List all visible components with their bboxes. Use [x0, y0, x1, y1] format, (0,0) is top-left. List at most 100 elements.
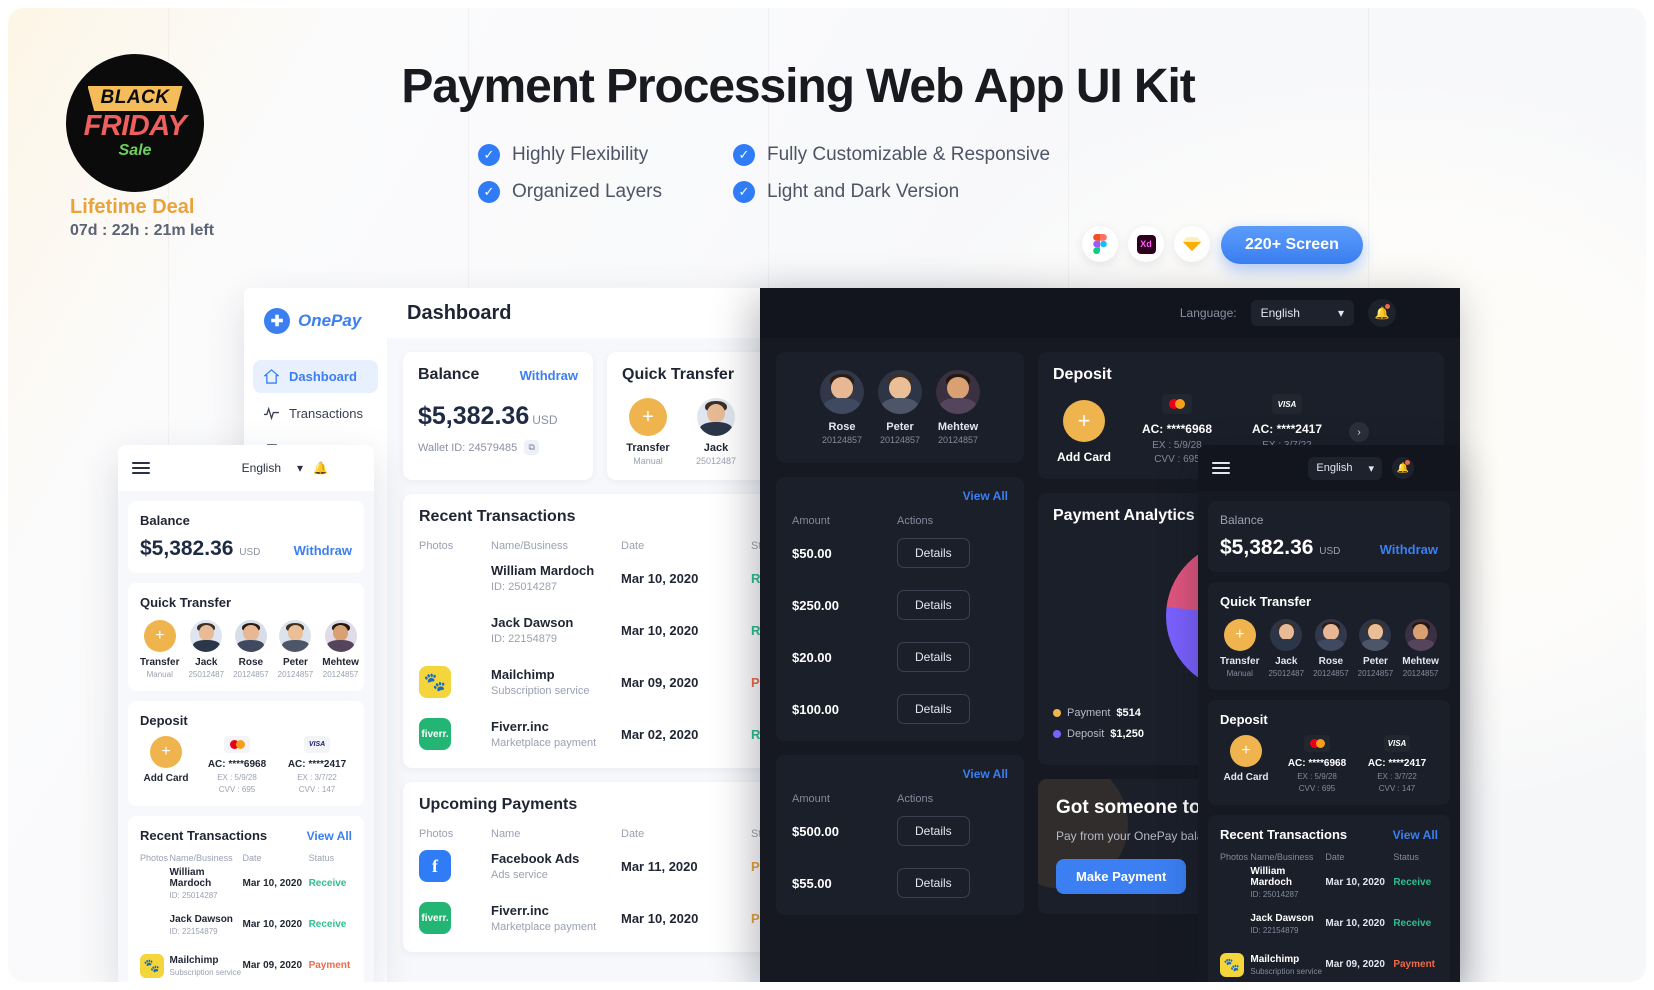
- avatar[interactable]: [1410, 299, 1438, 327]
- details-button[interactable]: Details: [897, 590, 970, 620]
- person-jack[interactable]: Jack 25012487: [1268, 619, 1304, 678]
- person-sub: 25012487: [1268, 669, 1305, 678]
- row-name: Mailchimp: [169, 954, 219, 966]
- transfer-manual-button[interactable]: + Transfer Manual: [140, 620, 179, 679]
- table-row[interactable]: Jack DawsonID: 22154879 Mar 10, 2020 Rec…: [1220, 903, 1438, 944]
- details-button[interactable]: Details: [897, 694, 970, 724]
- sidebar-item-transactions[interactable]: Transactions: [253, 397, 378, 430]
- withdraw-link[interactable]: Withdraw: [294, 543, 352, 558]
- add-card-button[interactable]: + Add Card: [140, 736, 192, 784]
- dark-upcoming-payments-card: View All Amount Actions $500.00 Details …: [776, 755, 1024, 915]
- details-button[interactable]: Details: [897, 816, 970, 846]
- withdraw-link[interactable]: Withdraw: [1380, 542, 1438, 557]
- view-all-link[interactable]: View All: [1393, 828, 1438, 842]
- card-visa[interactable]: VISA AC: ****2417 EX : 3/7/22 CVV : 147: [282, 736, 352, 794]
- row-date: Mar 10, 2020: [621, 910, 699, 926]
- row-name: Mailchimp: [491, 667, 555, 682]
- person-rose[interactable]: Rose 20124857: [1313, 619, 1349, 678]
- avatar[interactable]: [338, 457, 360, 479]
- person-peter[interactable]: Peter 20124857: [1358, 619, 1393, 678]
- column-header: Name: [491, 828, 521, 840]
- column-header: Photos: [1220, 852, 1249, 862]
- column-header: Photos: [419, 540, 454, 552]
- legend-value: $1,250: [1110, 728, 1144, 740]
- person-jack[interactable]: Jack 25012487: [690, 398, 742, 466]
- person-mehtew[interactable]: Mehtew 20124857: [1402, 619, 1439, 678]
- column-header: Name/Business: [491, 540, 569, 552]
- person-name: Transfer: [140, 657, 180, 668]
- avatar: [878, 370, 922, 414]
- brand-logo[interactable]: ✚ OnePay: [244, 288, 387, 334]
- view-all-link[interactable]: View All: [963, 489, 1008, 503]
- person-rose[interactable]: Rose 20124857: [233, 620, 269, 679]
- avatar: [820, 370, 864, 414]
- adobe-xd-icon[interactable]: Xd: [1128, 226, 1164, 262]
- table-row[interactable]: William Mardoch ID: 25014287 Mar 10, 2020…: [140, 863, 352, 904]
- card-visa[interactable]: VISA AC: ****2417 EX : 3/7/22 CVV : 147: [1362, 735, 1432, 793]
- person-mehtew[interactable]: Mehtew 20124857: [322, 620, 359, 679]
- person-peter[interactable]: Peter 20124857: [878, 370, 922, 445]
- view-all-link[interactable]: View All: [307, 829, 352, 843]
- withdraw-link[interactable]: Withdraw: [520, 368, 578, 383]
- add-card-button[interactable]: + Add Card: [1220, 735, 1272, 783]
- person-sub: 20124857: [233, 670, 269, 679]
- copy-icon[interactable]: ⧉: [524, 440, 540, 455]
- details-button[interactable]: Details: [897, 642, 970, 672]
- table-row[interactable]: 🐾 Mailchimp Subscription service Mar 09, …: [140, 945, 352, 982]
- card-mastercard[interactable]: AC: ****6968 EX : 5/9/28 CVV : 695: [1282, 735, 1352, 793]
- person-sub: 20124857: [879, 435, 921, 445]
- person-peter[interactable]: Peter 20124857: [278, 620, 313, 679]
- mobile-deposit-card: Deposit + Add Card AC: ****6968 EX : 5/9…: [1208, 700, 1450, 805]
- card-cvv: CVV : 695: [218, 785, 256, 794]
- details-button[interactable]: Details: [897, 868, 970, 898]
- add-card-button[interactable]: + Add Card: [1053, 394, 1115, 464]
- balance-currency: USD: [532, 413, 558, 427]
- menu-icon[interactable]: [132, 459, 150, 477]
- column-header: Amount: [792, 793, 830, 805]
- chevron-right-icon[interactable]: ›: [1349, 422, 1369, 442]
- avatar: [1314, 619, 1347, 651]
- make-payment-button[interactable]: Make Payment: [1056, 859, 1187, 894]
- table-header: Photos Name/Business Date Status: [1220, 852, 1438, 862]
- figma-icon[interactable]: [1082, 226, 1118, 262]
- notification-bell-icon[interactable]: 🔔: [1368, 299, 1396, 327]
- table-row[interactable]: 🐾 Mailchimp Subscription service Mar 09, …: [1220, 944, 1438, 982]
- person-name: Mehtew: [937, 421, 979, 433]
- sketch-icon[interactable]: [1174, 226, 1210, 262]
- feature-label: Highly Flexibility: [512, 144, 649, 165]
- screens-count-button[interactable]: 220+ Screen: [1221, 226, 1363, 264]
- language-select[interactable]: English ▾: [1250, 300, 1354, 326]
- avatar: [279, 620, 312, 652]
- notification-bell-icon[interactable]: 🔔: [313, 461, 328, 475]
- menu-icon[interactable]: [1212, 459, 1230, 477]
- notification-bell-icon[interactable]: 🔔: [1392, 457, 1414, 479]
- row-sub: Marketplace payment: [491, 737, 597, 749]
- card-expiry: EX : 3/7/22: [1377, 772, 1417, 781]
- row-name: Jack Dawson: [491, 615, 574, 630]
- plus-icon: +: [1230, 735, 1262, 767]
- person-mehtew[interactable]: Mehtew 20124857: [936, 370, 980, 445]
- deal-countdown: 07d : 22h : 21m left: [70, 222, 215, 239]
- table-row[interactable]: Jack DawsonID: 22154879 Mar 10, 2020 Rec…: [140, 904, 352, 945]
- row-name: William Mardoch: [1250, 866, 1293, 888]
- view-all-link[interactable]: View All: [963, 767, 1008, 781]
- wallet-id-label: Wallet ID: 24579485: [418, 441, 518, 454]
- card-number: AC: ****6968: [1141, 422, 1213, 436]
- row-name: Mailchimp: [1250, 953, 1300, 965]
- table-row[interactable]: William Mardoch ID: 25014287 Mar 10, 2020…: [1220, 862, 1438, 903]
- badge-friday-label: FRIDAY: [83, 110, 187, 143]
- transfer-manual-button[interactable]: + Transfer Manual: [1220, 619, 1259, 678]
- sidebar-item-dashboard[interactable]: Dashboard: [253, 360, 378, 393]
- transfer-manual-button[interactable]: + Transfer Manual: [622, 398, 674, 466]
- row-sub: Subscription service: [1250, 966, 1322, 976]
- column-header: Name/Business: [169, 853, 233, 863]
- language-select[interactable]: English ▾: [242, 461, 303, 475]
- language-select[interactable]: English ▾: [1308, 456, 1382, 480]
- person-rose[interactable]: Rose 20124857: [820, 370, 864, 445]
- details-button[interactable]: Details: [897, 538, 970, 568]
- feature-item: ✓ Organized Layers: [478, 181, 733, 203]
- person-jack[interactable]: Jack 25012487: [188, 620, 224, 679]
- row-date: Mar 02, 2020: [621, 726, 699, 742]
- card-mastercard[interactable]: AC: ****6968 EX : 5/9/28 CVV : 695: [202, 736, 272, 794]
- avatar[interactable]: [1424, 457, 1446, 479]
